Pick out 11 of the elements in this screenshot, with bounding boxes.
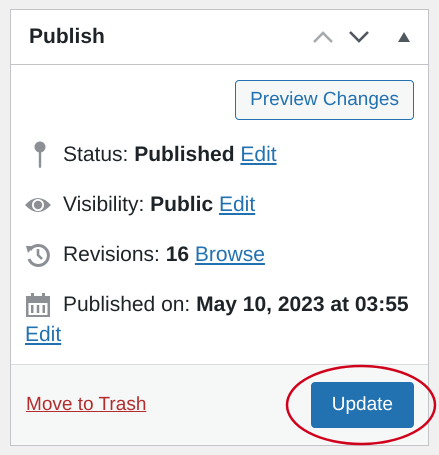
revisions-link[interactable]: Browse: [194, 243, 265, 266]
date-link[interactable]: Edit: [25, 323, 62, 346]
status-text: Status: Published Edit: [63, 143, 277, 166]
visibility-link[interactable]: Edit: [219, 193, 256, 216]
update-button[interactable]: Update: [310, 382, 414, 428]
panel-title: Publish: [29, 25, 105, 49]
preview-changes-button[interactable]: Preview Changes: [235, 80, 414, 120]
status-link[interactable]: Edit: [240, 143, 277, 166]
move-to-trash-link[interactable]: Move to Trash: [26, 394, 146, 416]
revisions-text: Revisions: 16 Browse: [63, 243, 265, 266]
visibility-text: Visibility: Public Edit: [63, 193, 256, 216]
